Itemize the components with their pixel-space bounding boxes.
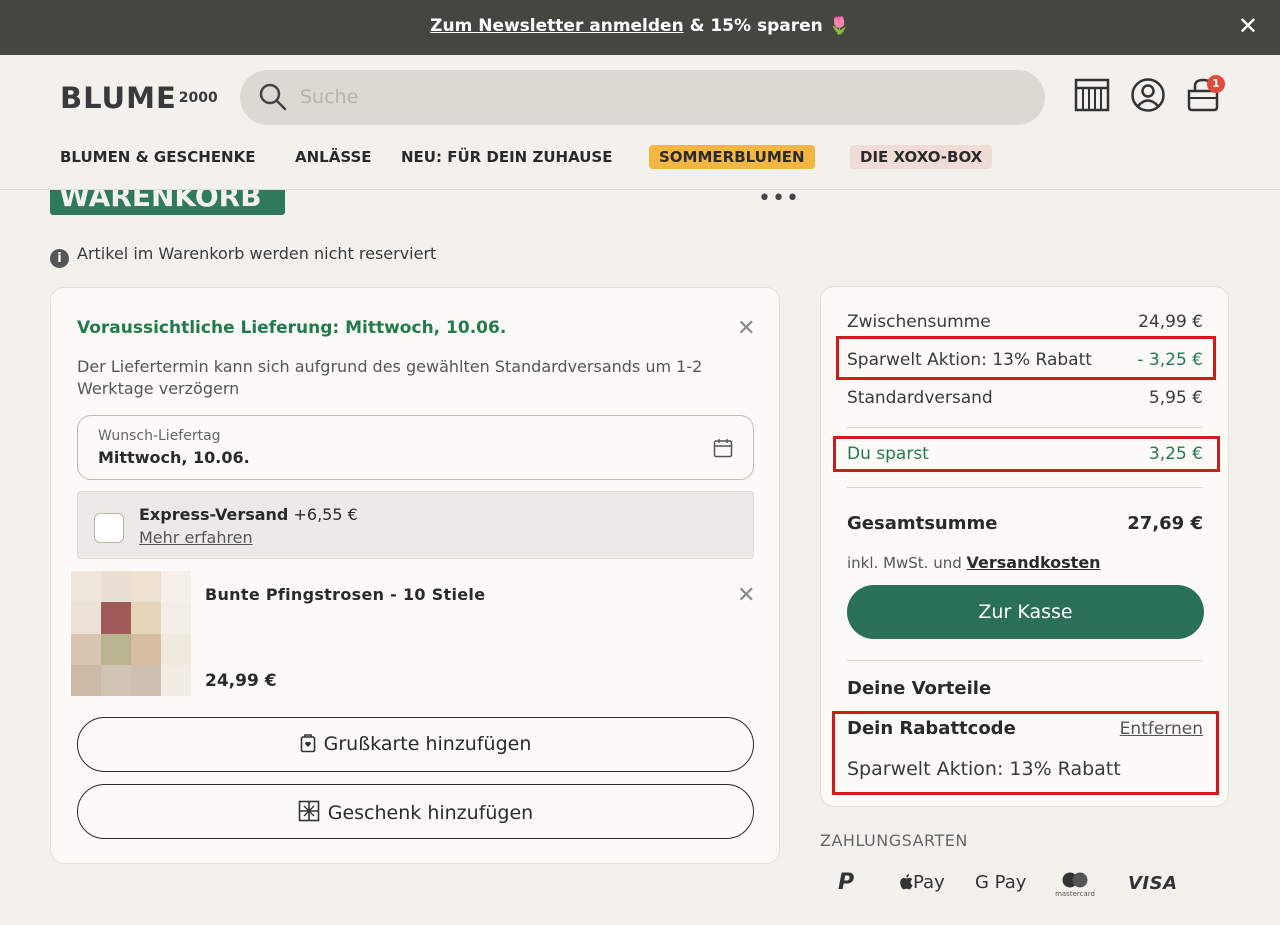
tax-note-text: inkl. MwSt. und <box>847 554 962 572</box>
subtotal-label: Zwischensumme <box>847 312 991 332</box>
add-greeting-card-button[interactable]: Grußkarte hinzufügen <box>77 717 754 772</box>
discount-code-highlight <box>832 711 1219 795</box>
express-shipping-price: +6,55 € <box>293 505 358 524</box>
delivery-estimate-title: Voraussichtliche Lieferung: Mittwoch, 10… <box>77 318 507 338</box>
shipping-value: 5,95 € <box>1148 388 1203 408</box>
apple-pay-icon: Pay <box>900 872 945 893</box>
newsletter-offer-text: & 15% sparen <box>689 16 823 36</box>
info-icon: i <box>50 249 69 268</box>
newsletter-signup-link[interactable]: Zum Newsletter anmelden <box>430 16 684 36</box>
express-shipping-checkbox[interactable] <box>94 513 124 543</box>
store-icon[interactable] <box>1074 77 1110 113</box>
newsletter-banner: Zum Newsletter anmelden & 15% sparen 🌷 ✕ <box>0 0 1280 55</box>
more-options-icon[interactable]: ••• <box>758 186 800 211</box>
shipping-row: Standardversand 5,95 € <box>847 388 1203 412</box>
mastercard-label: mastercard <box>1055 890 1095 898</box>
product-name[interactable]: Bunte Pfingstrosen - 10 Stiele <box>205 585 485 604</box>
nav-item-blumen-geschenke[interactable]: BLUMEN & GESCHENKE <box>60 145 255 169</box>
apple-pay-label: Pay <box>913 872 945 893</box>
site-header: BLUME 2000 Suche 1 BLUMEN & GESCHENKE ANL… <box>0 55 1280 190</box>
cart-card: Voraussichtliche Lieferung: Mittwoch, 10… <box>50 287 780 864</box>
paypal-icon: P <box>838 870 855 895</box>
product-price: 24,99 € <box>205 671 277 691</box>
checkout-button[interactable]: Zur Kasse <box>847 585 1204 639</box>
search-icon <box>259 83 287 111</box>
add-gift-button[interactable]: Geschenk hinzufügen <box>77 784 754 839</box>
divider <box>847 427 1203 428</box>
discount-highlight <box>836 336 1216 380</box>
subtotal-value: 24,99 € <box>1138 312 1203 332</box>
order-summary: Zwischensumme 24,99 € Sparwelt Aktion: 1… <box>820 286 1229 807</box>
total-label: Gesamtsumme <box>847 513 998 534</box>
greeting-card-icon <box>300 734 315 753</box>
gift-icon <box>298 800 320 822</box>
calendar-icon <box>713 439 733 458</box>
savings-highlight <box>833 436 1220 472</box>
search-input[interactable]: Suche <box>240 70 1045 125</box>
page-title: WARENKORB <box>50 190 285 215</box>
nav-item-anlaesse[interactable]: ANLÄSSE <box>295 145 372 169</box>
total-row: Gesamtsumme 27,69 € <box>847 513 1203 537</box>
logo-text: BLUME <box>60 81 177 115</box>
divider <box>847 487 1203 488</box>
page-title-text: WARENKORB <box>59 190 262 213</box>
shipping-costs-link[interactable]: Versandkosten <box>967 553 1101 572</box>
visa-icon: VISA <box>1128 873 1178 894</box>
apple-logo-icon <box>900 874 913 890</box>
benefits-title: Deine Vorteile <box>847 678 992 699</box>
product-image[interactable] <box>71 571 191 696</box>
close-icon[interactable]: ✕ <box>1238 14 1258 38</box>
add-gift-label: Geschenk hinzufügen <box>327 802 534 824</box>
express-shipping-name: Express-Versand <box>139 505 289 524</box>
nav-item-xoxo-box[interactable]: DIE XOXO-BOX <box>850 145 993 169</box>
express-more-link[interactable]: Mehr erfahren <box>139 528 253 547</box>
delivery-date-value: Mittwoch, 10.06. <box>98 448 250 467</box>
nav-item-sommerblumen[interactable]: SOMMERBLUMEN <box>649 145 815 169</box>
delivery-date-label: Wunsch-Liefertag <box>98 428 221 444</box>
payment-methods-label: ZAHLUNGSARTEN <box>820 831 968 850</box>
express-shipping-label: Express-Versand +6,55 € <box>139 505 358 524</box>
close-icon[interactable]: ✕ <box>737 318 755 340</box>
cart-count-badge: 1 <box>1207 75 1225 93</box>
logo-suffix: 2000 <box>178 90 218 106</box>
search-placeholder: Suche <box>300 86 359 108</box>
reservation-info: i Artikel im Warenkorb werden nicht reser… <box>50 244 436 268</box>
total-value: 27,69 € <box>1127 513 1203 534</box>
remove-item-icon[interactable]: ✕ <box>737 585 755 607</box>
delivery-date-field[interactable]: Wunsch-Liefertag Mittwoch, 10.06. <box>77 415 754 480</box>
express-shipping-option: Express-Versand +6,55 € Mehr erfahren <box>77 491 754 559</box>
nav-item-zuhause[interactable]: NEU: FÜR DEIN ZUHAUSE <box>401 145 612 169</box>
google-pay-icon: G Pay <box>975 872 1027 893</box>
divider <box>847 660 1203 661</box>
logo[interactable]: BLUME 2000 <box>60 81 218 115</box>
tax-note: inkl. MwSt. und Versandkosten <box>847 553 1101 572</box>
account-icon[interactable] <box>1130 77 1166 113</box>
delivery-note: Der Liefertermin kann sich aufgrund des … <box>77 357 703 398</box>
newsletter-message: Zum Newsletter anmelden & 15% sparen 🌷 <box>0 16 1280 36</box>
subtotal-row: Zwischensumme 24,99 € <box>847 312 1203 336</box>
add-greeting-card-label: Grußkarte hinzufügen <box>323 733 532 755</box>
mastercard-icon: mastercard <box>1053 870 1097 902</box>
shipping-label: Standardversand <box>847 388 993 408</box>
reservation-info-text: Artikel im Warenkorb werden nicht reserv… <box>77 244 437 263</box>
tulip-icon: 🌷 <box>828 16 850 36</box>
